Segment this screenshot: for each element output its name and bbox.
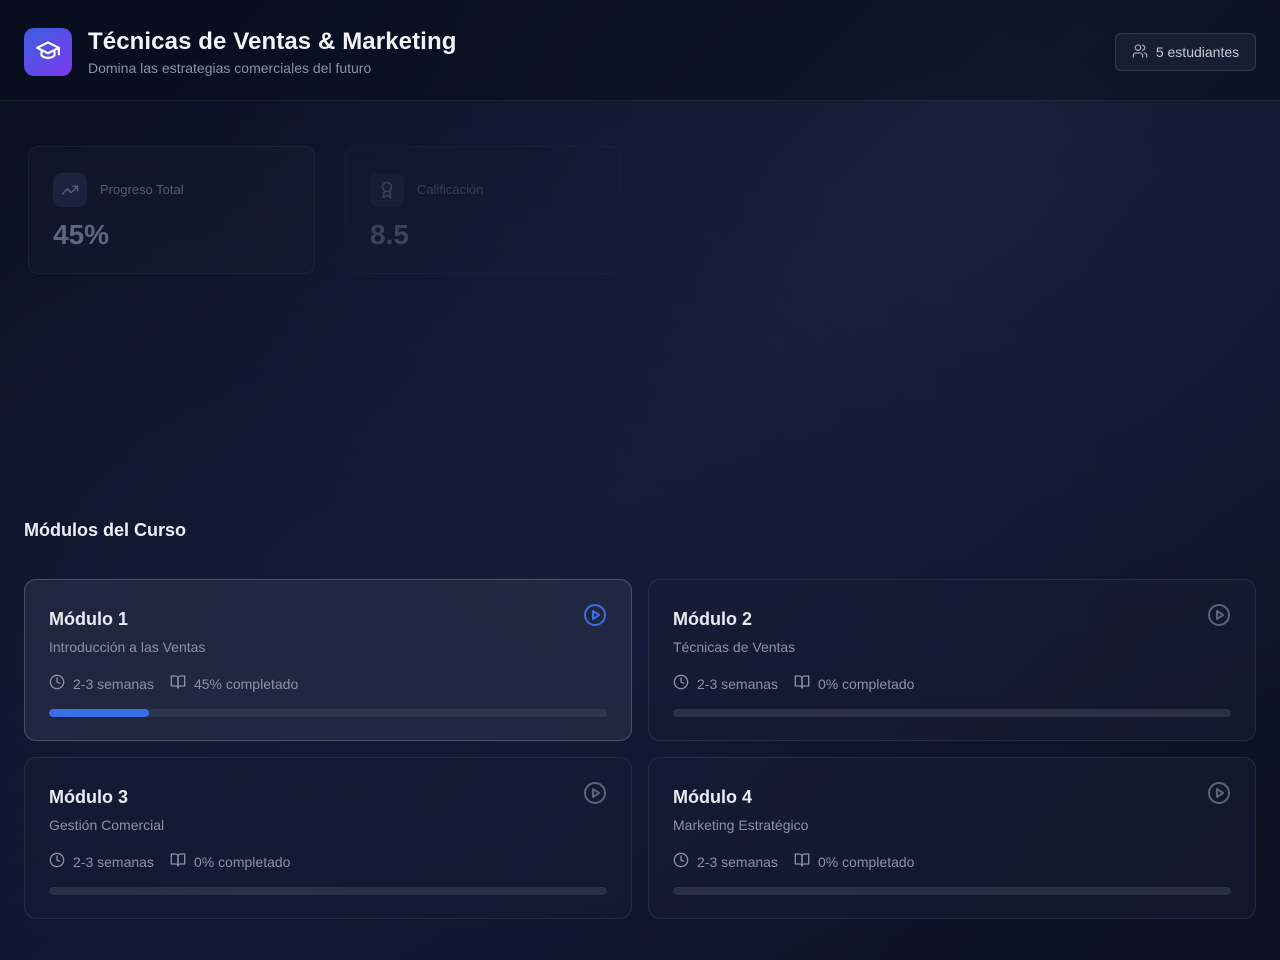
duration-label: 2-3 semanas bbox=[73, 853, 154, 870]
module-meta: 2-3 semanas 0% completado bbox=[673, 852, 930, 871]
completion-label: 0% completado bbox=[817, 853, 915, 870]
module-title: Módulo 4 bbox=[673, 787, 752, 807]
book-open-icon bbox=[794, 674, 810, 693]
play-circle-icon bbox=[1207, 781, 1231, 810]
completion: 0% completado bbox=[170, 852, 291, 871]
graduation-cap-icon bbox=[35, 37, 61, 68]
play-button[interactable] bbox=[1207, 781, 1231, 810]
users-icon bbox=[1132, 43, 1148, 62]
progress-bar bbox=[673, 887, 1231, 895]
module-meta: 2-3 semanas 0% completado bbox=[673, 674, 930, 693]
progress-bar bbox=[49, 887, 607, 895]
play-button[interactable] bbox=[1207, 603, 1231, 632]
duration: 2-3 semanas bbox=[673, 852, 778, 871]
module-subtitle: Técnicas de Ventas bbox=[673, 639, 796, 655]
duration-label: 2-3 semanas bbox=[73, 675, 154, 692]
duration: 2-3 semanas bbox=[49, 674, 154, 693]
trending-up-icon bbox=[53, 173, 87, 207]
module-card-2[interactable]: Módulo 2 Técnicas de Ventas 2-3 semanas … bbox=[648, 579, 1256, 741]
students-button[interactable]: 5 estudiantes bbox=[1115, 33, 1256, 71]
completion-label: 45% completado bbox=[193, 675, 299, 692]
app-header: Técnicas de Ventas & Marketing Domina la… bbox=[0, 0, 1280, 101]
module-card-4[interactable]: Módulo 4 Marketing Estratégico 2-3 seman… bbox=[648, 757, 1256, 919]
course-logo bbox=[24, 28, 72, 76]
play-circle-icon bbox=[583, 603, 607, 632]
module-subtitle: Introducción a las Ventas bbox=[49, 639, 206, 655]
page-subtitle: Domina las estrategias comerciales del f… bbox=[88, 60, 372, 76]
module-card-3[interactable]: Módulo 3 Gestión Comercial 2-3 semanas 0… bbox=[24, 757, 632, 919]
completion: 0% completado bbox=[794, 852, 915, 871]
clock-icon bbox=[49, 674, 65, 693]
book-open-icon bbox=[170, 852, 186, 871]
progress-bar bbox=[49, 709, 607, 717]
book-open-icon bbox=[170, 674, 186, 693]
completion: 45% completado bbox=[170, 674, 298, 693]
play-circle-icon bbox=[1207, 603, 1231, 632]
clock-icon bbox=[673, 674, 689, 693]
clock-icon bbox=[673, 852, 689, 871]
duration-label: 2-3 semanas bbox=[697, 853, 778, 870]
module-title: Módulo 1 bbox=[49, 609, 128, 629]
page-title: Técnicas de Ventas & Marketing bbox=[88, 28, 457, 55]
award-icon bbox=[370, 173, 404, 207]
clock-icon bbox=[49, 852, 65, 871]
stat-label: Calificación bbox=[417, 182, 484, 197]
module-title: Módulo 2 bbox=[673, 609, 752, 629]
play-button[interactable] bbox=[583, 781, 607, 810]
stat-label: Progreso Total bbox=[100, 182, 184, 197]
module-subtitle: Gestión Comercial bbox=[49, 817, 165, 833]
progress-fill bbox=[49, 709, 150, 717]
progress-bar bbox=[673, 709, 1231, 717]
modules-section-title: Módulos del Curso bbox=[24, 520, 186, 540]
module-card-1[interactable]: Módulo 1 Introducción a las Ventas 2-3 s… bbox=[24, 579, 632, 741]
students-label: 5 estudiantes bbox=[1155, 44, 1240, 60]
stat-card-progress: Progreso Total 45% bbox=[28, 146, 315, 274]
module-title: Módulo 3 bbox=[49, 787, 128, 807]
duration-label: 2-3 semanas bbox=[697, 675, 778, 692]
book-open-icon bbox=[794, 852, 810, 871]
play-circle-icon bbox=[583, 781, 607, 810]
completion-label: 0% completado bbox=[193, 853, 291, 870]
duration: 2-3 semanas bbox=[673, 674, 778, 693]
stat-value: 45% bbox=[53, 219, 110, 250]
module-subtitle: Marketing Estratégico bbox=[673, 817, 809, 833]
module-meta: 2-3 semanas 0% completado bbox=[49, 852, 306, 871]
module-meta: 2-3 semanas 45% completado bbox=[49, 674, 314, 693]
completion: 0% completado bbox=[794, 674, 915, 693]
stat-value: 8.5 bbox=[370, 219, 409, 250]
stat-card-grade: Calificación 8.5 bbox=[345, 146, 620, 274]
play-button[interactable] bbox=[583, 603, 607, 632]
completion-label: 0% completado bbox=[817, 675, 915, 692]
duration: 2-3 semanas bbox=[49, 852, 154, 871]
